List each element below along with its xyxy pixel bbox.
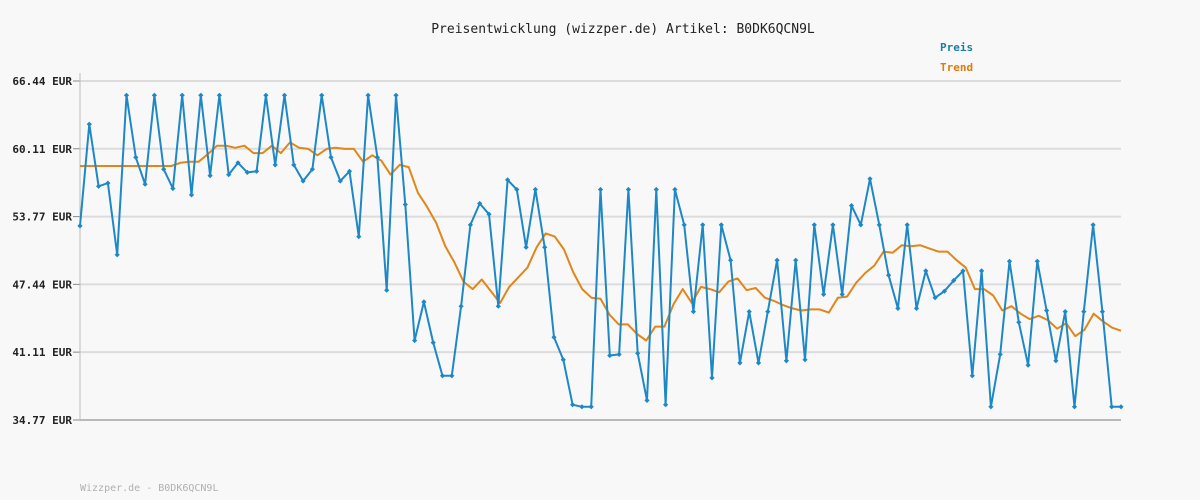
y-tick-label: 66.44 EUR [12,75,72,88]
y-tick-label: 41.11 EUR [12,346,72,359]
y-tick-label: 53.77 EUR [12,211,72,224]
price-chart: Preisentwicklung (wizzper.de) Artikel: B… [0,0,1200,500]
chart-title: Preisentwicklung (wizzper.de) Artikel: B… [431,22,815,37]
y-tick-label: 60.11 EUR [12,143,72,156]
footer-credit: Wizzper.de - B0DK6QCN9L [80,483,218,494]
y-tick-label: 34.77 EUR [12,414,72,427]
legend-label-preis: Preis [940,41,973,54]
y-tick-label: 47.44 EUR [12,278,72,291]
chart-background [0,0,1200,500]
legend-label-trend: Trend [940,61,973,74]
